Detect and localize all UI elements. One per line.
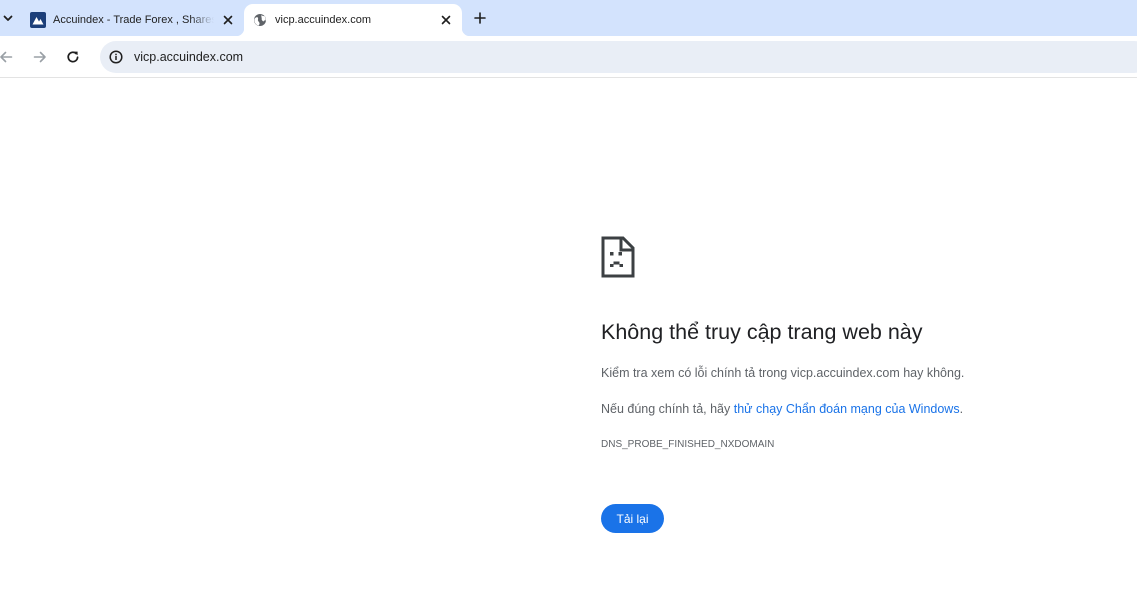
close-icon[interactable]	[438, 12, 454, 28]
accuindex-logo-icon	[30, 12, 46, 28]
network-diagnostics-link[interactable]: thử chạy Chẩn đoán mạng của Windows	[734, 402, 960, 416]
tab-strip: Accuindex - Trade Forex , Shares vicp.ac…	[0, 0, 1137, 36]
tab-title: Accuindex - Trade Forex , Shares	[53, 14, 214, 26]
address-bar[interactable]: vicp.accuindex.com	[100, 41, 1137, 73]
diagnostics-suffix: .	[959, 402, 964, 416]
arrow-left-icon[interactable]	[0, 47, 16, 67]
plus-icon[interactable]	[470, 8, 490, 28]
error-page: Không thể truy cập trang web này Kiểm tr…	[601, 236, 1121, 533]
sad-document-icon	[601, 236, 635, 278]
diagnostics-prefix: Nếu đúng chính tả, hãy	[601, 402, 734, 416]
error-code: DNS_PROBE_FINISHED_NXDOMAIN	[601, 439, 775, 450]
diagnostics-text: Nếu đúng chính tả, hãy thử chạy Chẩn đoá…	[601, 402, 963, 416]
close-icon[interactable]	[220, 12, 236, 28]
tab-accuindex[interactable]: Accuindex - Trade Forex , Shares	[22, 4, 244, 36]
globe-icon	[252, 12, 268, 28]
reload-icon[interactable]	[63, 47, 83, 67]
tab-vicp[interactable]: vicp.accuindex.com	[236, 4, 470, 36]
tab-title: vicp.accuindex.com	[275, 14, 371, 26]
reload-button[interactable]: Tải lại	[601, 504, 664, 533]
url-text[interactable]: vicp.accuindex.com	[134, 50, 243, 64]
info-icon[interactable]	[108, 49, 124, 65]
error-title: Không thể truy cập trang web này	[601, 320, 923, 344]
toolbar: vicp.accuindex.com	[0, 36, 1137, 78]
arrow-right-icon[interactable]	[30, 47, 50, 67]
spelling-check-text: Kiểm tra xem có lỗi chính tả trong vicp.…	[601, 366, 965, 380]
chevron-down-icon[interactable]	[0, 8, 16, 28]
